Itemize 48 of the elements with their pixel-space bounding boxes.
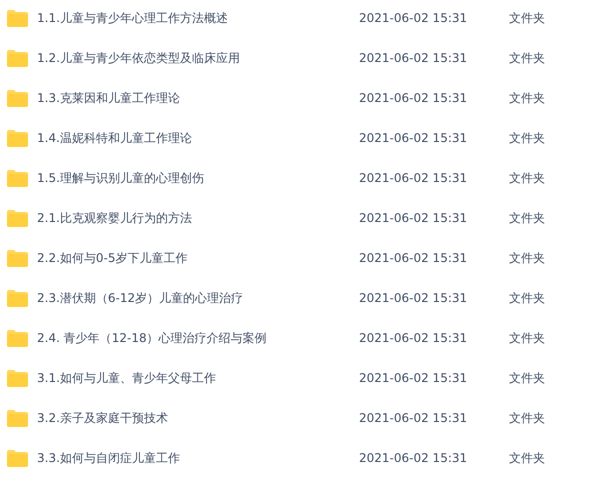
modified-date: 2021-06-02 15:31 [359,170,468,187]
file-name[interactable]: 2.3.潜伏期（6-12岁）儿童的心理治疗 [37,289,359,307]
file-type: 文件夹 [509,210,545,227]
modified-date: 2021-06-02 15:31 [359,290,468,307]
modified-date: 2021-06-02 15:31 [359,410,468,427]
folder-icon [7,130,28,146]
file-name[interactable]: 2.2.如何与0-5岁下儿童工作 [37,249,359,267]
modified-date: 2021-06-02 15:31 [359,50,468,67]
modified-date: 2021-06-02 15:31 [359,250,468,267]
folder-icon [7,90,28,106]
modified-date: 2021-06-02 15:31 [359,10,468,27]
file-name[interactable]: 1.1.儿童与青少年心理工作方法概述 [37,9,359,27]
folder-icon [7,10,28,26]
modified-date: 2021-06-02 15:31 [359,330,468,347]
file-name[interactable]: 2.1.比克观察婴儿行为的方法 [37,209,359,227]
file-name[interactable]: 1.3.克莱因和儿童工作理论 [37,89,359,107]
folder-icon [7,250,28,266]
modified-date: 2021-06-02 15:31 [359,370,468,387]
folder-icon [7,170,28,186]
folder-icon [7,410,28,426]
modified-date: 2021-06-02 15:31 [359,90,468,107]
file-name[interactable]: 1.2.儿童与青少年依恋类型及临床应用 [37,49,359,67]
modified-date: 2021-06-02 15:31 [359,450,468,467]
file-type: 文件夹 [509,410,545,427]
modified-date: 2021-06-02 15:31 [359,130,468,147]
file-name[interactable]: 3.1.如何与儿童、青少年父母工作 [37,369,359,387]
file-type: 文件夹 [509,90,545,107]
file-name[interactable]: 3.3.如何与自闭症儿童工作 [37,449,359,467]
file-type: 文件夹 [509,450,545,467]
folder-icon [7,450,28,466]
file-name[interactable]: 1.5.理解与识别儿童的心理创伤 [37,169,359,187]
folder-icon [7,210,28,226]
file-type: 文件夹 [509,10,545,27]
file-name[interactable]: 2.4. 青少年（12-18）心理治疗介绍与案例 [37,329,359,347]
file-type: 文件夹 [509,170,545,187]
file-type: 文件夹 [509,250,545,267]
folder-icon [7,370,28,386]
file-type: 文件夹 [509,130,545,147]
file-type: 文件夹 [509,330,545,347]
file-type: 文件夹 [509,290,545,307]
file-type: 文件夹 [509,50,545,67]
file-name[interactable]: 3.2.亲子及家庭干预技术 [37,409,359,427]
file-name[interactable]: 1.4.温妮科特和儿童工作理论 [37,129,359,147]
folder-icon [7,330,28,346]
file-type: 文件夹 [509,370,545,387]
modified-date: 2021-06-02 15:31 [359,210,468,227]
folder-icon [7,50,28,66]
folder-icon [7,290,28,306]
